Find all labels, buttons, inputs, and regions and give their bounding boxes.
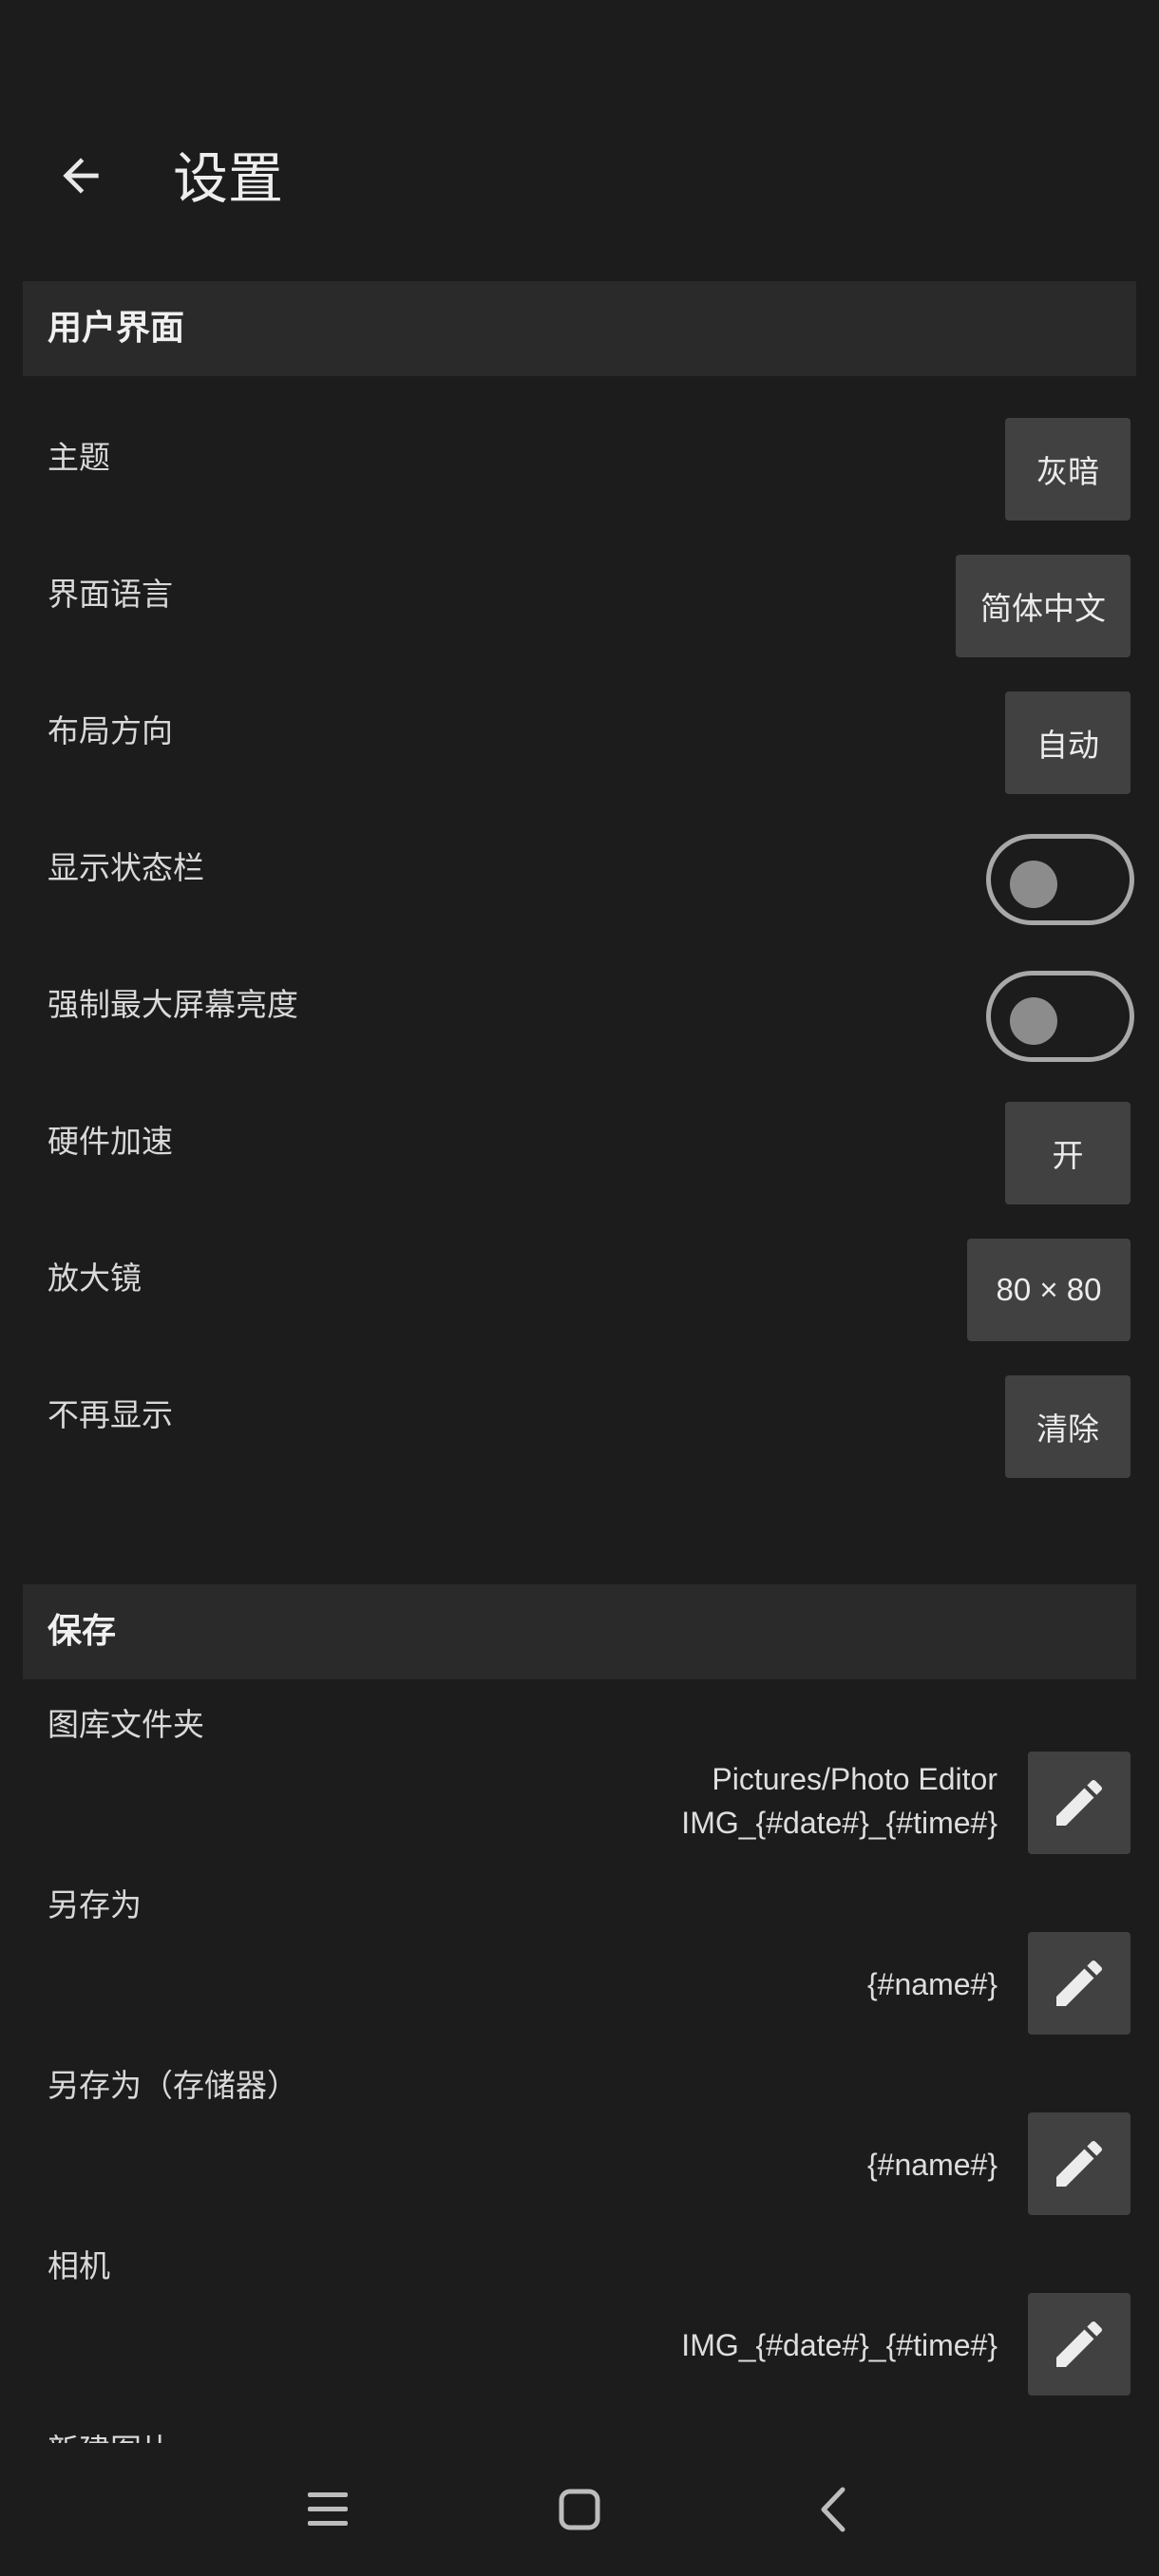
- recents-button[interactable]: [285, 2472, 370, 2548]
- app-bar: 设置: [0, 0, 1159, 275]
- menu-icon: [308, 2492, 348, 2526]
- section-header-save: 保存: [23, 1584, 1136, 1679]
- setting-label: 硬件加速: [48, 1123, 173, 1160]
- save-as-storage-value: {#name#}: [867, 2143, 998, 2187]
- section-header-ui: 用户界面: [23, 281, 1136, 376]
- setting-label: 界面语言: [48, 576, 173, 613]
- setting-label: 布局方向: [48, 712, 173, 749]
- status-bar-toggle[interactable]: [986, 834, 1134, 925]
- value-line: Pictures/Photo Editor: [712, 1762, 998, 1796]
- page-title: 设置: [173, 146, 284, 211]
- home-button[interactable]: [537, 2472, 622, 2548]
- edit-gallery-folder-button[interactable]: [1028, 1752, 1130, 1854]
- setting-label: 显示状态栏: [48, 849, 204, 886]
- arrow-left-icon: [63, 158, 99, 194]
- value-line: IMG_{#date#}_{#time#}: [681, 2328, 998, 2362]
- layout-direction-button[interactable]: 自动: [1005, 691, 1130, 794]
- theme-button[interactable]: 灰暗: [1005, 418, 1130, 521]
- edit-save-as-storage-button[interactable]: [1028, 2112, 1130, 2215]
- setting-row-language[interactable]: 界面语言 简体中文: [0, 526, 1159, 663]
- setting-label: 另存为（存储器）: [48, 2067, 298, 2104]
- setting-row-status-bar[interactable]: 显示状态栏: [0, 800, 1159, 937]
- setting-row-hardware-acceleration[interactable]: 硬件加速 开: [0, 1073, 1159, 1210]
- setting-row-save-as-storage[interactable]: 另存为（存储器） {#name#}: [0, 2059, 1159, 2221]
- back-icon: [821, 2487, 846, 2532]
- value-line: IMG_{#date#}_{#time#}: [681, 1806, 998, 1840]
- language-button[interactable]: 简体中文: [956, 555, 1130, 657]
- setting-label: 不再显示: [48, 1396, 173, 1433]
- toggle-knob: [1010, 997, 1057, 1045]
- setting-label: 相机: [48, 2247, 110, 2284]
- gallery-folder-value: Pictures/Photo Editor IMG_{#date#}_{#tim…: [681, 1757, 998, 1845]
- edit-camera-button[interactable]: [1028, 2293, 1130, 2396]
- magnifier-button[interactable]: 80 × 80: [967, 1239, 1130, 1341]
- camera-value: IMG_{#date#}_{#time#}: [681, 2323, 998, 2367]
- setting-row-save-as[interactable]: 另存为 {#name#}: [0, 1879, 1159, 2040]
- section-title: 用户界面: [48, 309, 185, 348]
- max-brightness-toggle[interactable]: [986, 971, 1134, 1062]
- setting-label: 强制最大屏幕亮度: [48, 986, 298, 1023]
- system-navigation-bar: [0, 2443, 1159, 2576]
- setting-label: 放大镜: [48, 1260, 142, 1297]
- nav-back-button[interactable]: [790, 2472, 876, 2548]
- pencil-icon: [1056, 2320, 1103, 2367]
- save-as-value: {#name#}: [867, 1962, 998, 2006]
- setting-row-layout-direction[interactable]: 布局方向 自动: [0, 663, 1159, 800]
- setting-label: 图库文件夹: [48, 1706, 204, 1743]
- value-line: {#name#}: [866, 2148, 998, 2182]
- pencil-icon: [1056, 1960, 1103, 2006]
- setting-row-max-brightness[interactable]: 强制最大屏幕亮度: [0, 937, 1159, 1073]
- hardware-acceleration-button[interactable]: 开: [1005, 1102, 1130, 1204]
- setting-row-gallery-folder[interactable]: 图库文件夹 Pictures/Photo Editor IMG_{#date#}…: [0, 1698, 1159, 1860]
- setting-row-camera[interactable]: 相机 IMG_{#date#}_{#time#}: [0, 2240, 1159, 2401]
- setting-label: 另存为: [48, 1886, 142, 1923]
- home-icon: [559, 2489, 600, 2530]
- setting-row-magnifier[interactable]: 放大镜 80 × 80: [0, 1210, 1159, 1347]
- pencil-icon: [1056, 2140, 1103, 2187]
- settings-screen: 设置 用户界面 主题 灰暗 界面语言 简体中文 布局方向 自动 显示状态栏 强制…: [0, 0, 1159, 2576]
- edit-save-as-button[interactable]: [1028, 1932, 1130, 2035]
- pencil-icon: [1056, 1779, 1103, 1826]
- setting-row-theme[interactable]: 主题 灰暗: [0, 389, 1159, 526]
- toggle-knob: [1010, 861, 1057, 908]
- value-line: {#name#}: [866, 1967, 998, 2001]
- back-button[interactable]: [38, 133, 124, 218]
- clear-button[interactable]: 清除: [1005, 1375, 1130, 1478]
- setting-row-dont-show-again[interactable]: 不再显示 清除: [0, 1347, 1159, 1484]
- setting-label: 主题: [48, 439, 110, 476]
- section-title: 保存: [48, 1612, 117, 1651]
